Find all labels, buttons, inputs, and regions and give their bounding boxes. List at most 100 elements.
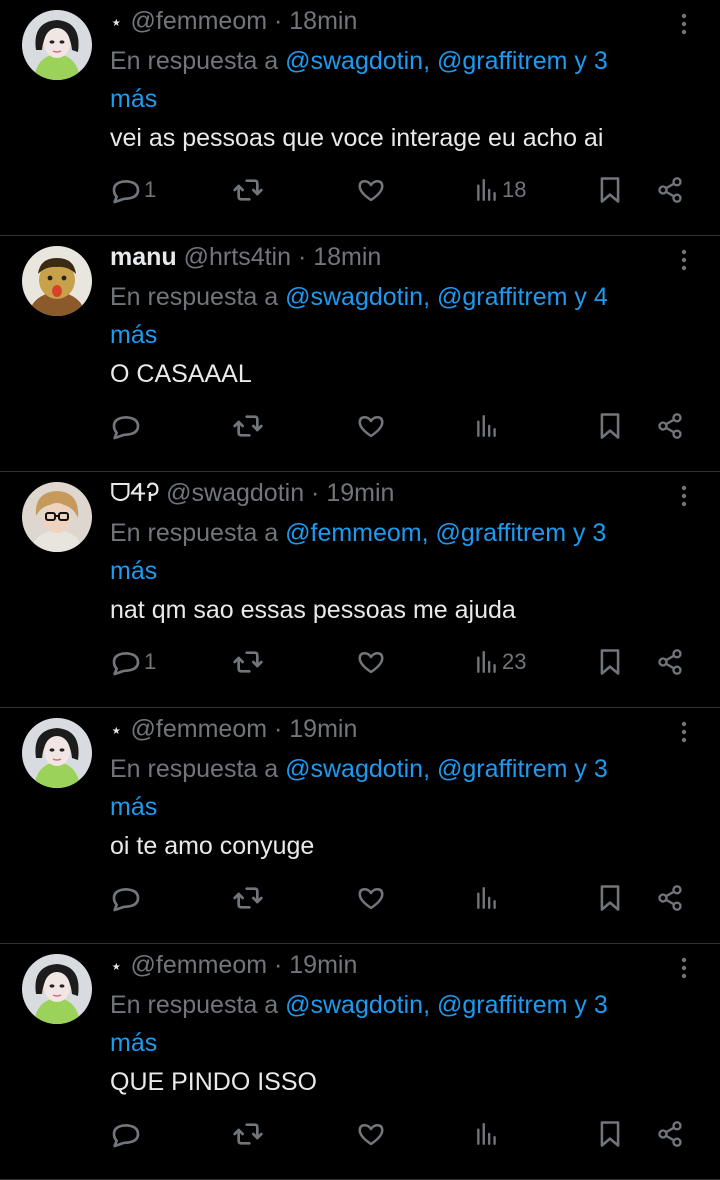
share-button[interactable] xyxy=(656,878,684,918)
user-handle[interactable]: @hrts4tin xyxy=(184,243,291,271)
reply-users-link[interactable]: @femmeom, @graffitrem y 3 xyxy=(285,519,606,547)
reply-context: En respuesta a @swagdotin, @graffitrem y… xyxy=(110,42,690,118)
timestamp[interactable]: · 19min xyxy=(274,715,357,743)
share-icon xyxy=(656,1120,684,1148)
views-button[interactable] xyxy=(474,878,502,918)
like-button[interactable] xyxy=(356,642,388,682)
share-button[interactable] xyxy=(656,406,684,446)
share-button[interactable] xyxy=(656,1114,684,1154)
reply-more-link[interactable]: más xyxy=(110,1029,157,1057)
reply-button[interactable]: 1 xyxy=(110,170,156,210)
star-prefix: ⋆ xyxy=(110,12,123,34)
views-chart-icon xyxy=(474,649,500,675)
reply-users-link[interactable]: @swagdotin, @graffitrem y 4 xyxy=(285,283,608,311)
tweet-header: ⋆ @femmeom · 18min xyxy=(110,5,357,37)
bookmark-icon xyxy=(596,175,624,205)
avatar[interactable] xyxy=(22,718,92,788)
like-button[interactable] xyxy=(356,406,388,446)
reply-icon xyxy=(110,882,142,914)
share-icon xyxy=(656,648,684,676)
avatar[interactable] xyxy=(22,954,92,1024)
reply-button[interactable] xyxy=(110,1114,144,1154)
tweet-text: nat qm sao essas pessoas me ajuda xyxy=(110,596,516,624)
bookmark-button[interactable] xyxy=(596,406,624,446)
reply-icon xyxy=(110,646,142,678)
views-chart-icon xyxy=(474,1121,500,1147)
reply-prefix: En respuesta a xyxy=(110,283,279,311)
star-prefix: ⋆ xyxy=(110,720,123,742)
retweet-button[interactable] xyxy=(232,1114,266,1154)
retweet-button[interactable] xyxy=(232,406,266,446)
tweet[interactable]: ⋆ @femmeom · 18min En respuesta a @swagdo… xyxy=(0,0,720,236)
retweet-icon xyxy=(232,174,264,206)
more-options-icon[interactable] xyxy=(674,718,694,748)
views-button[interactable]: 23 xyxy=(474,642,526,682)
tweet-header: ⋆ @femmeom · 19min xyxy=(110,949,357,981)
reply-more-link[interactable]: más xyxy=(110,793,157,821)
reply-more-link[interactable]: más xyxy=(110,557,157,585)
reply-button[interactable]: 1 xyxy=(110,642,156,682)
share-button[interactable] xyxy=(656,170,684,210)
views-button[interactable] xyxy=(474,406,502,446)
more-options-icon[interactable] xyxy=(674,482,694,512)
action-bar: 1 23 xyxy=(0,642,720,682)
timestamp[interactable]: · 18min xyxy=(274,7,357,35)
views-button[interactable] xyxy=(474,1114,502,1154)
tweet[interactable]: ⋆ @femmeom · 19min En respuesta a @swagdo… xyxy=(0,708,720,944)
bookmark-button[interactable] xyxy=(596,642,624,682)
retweet-button[interactable] xyxy=(232,878,266,918)
reply-more-link[interactable]: más xyxy=(110,85,157,113)
share-button[interactable] xyxy=(656,642,684,682)
share-icon xyxy=(656,884,684,912)
like-button[interactable] xyxy=(356,878,388,918)
bookmark-button[interactable] xyxy=(596,1114,624,1154)
reply-prefix: En respuesta a xyxy=(110,755,279,783)
timestamp[interactable]: · 18min xyxy=(298,243,381,271)
reply-button[interactable] xyxy=(110,406,144,446)
bookmark-icon xyxy=(596,411,624,441)
share-icon xyxy=(656,412,684,440)
reply-context: En respuesta a @femmeom, @graffitrem y 3… xyxy=(110,514,690,590)
retweet-button[interactable] xyxy=(232,170,266,210)
reply-prefix: En respuesta a xyxy=(110,991,279,1019)
bookmark-button[interactable] xyxy=(596,878,624,918)
tweet[interactable]: ⋆ @femmeom · 19min En respuesta a @swagdo… xyxy=(0,944,720,1180)
timestamp[interactable]: · 19min xyxy=(311,479,394,507)
like-button[interactable] xyxy=(356,170,388,210)
reply-users-link[interactable]: @swagdotin, @graffitrem y 3 xyxy=(285,991,608,1019)
view-count: 18 xyxy=(502,177,527,202)
reply-more-link[interactable]: más xyxy=(110,321,157,349)
retweet-button[interactable] xyxy=(232,642,266,682)
display-name[interactable]: manu xyxy=(110,243,177,271)
display-name[interactable]: ᗜᏎᎮ xyxy=(110,479,159,507)
more-options-icon[interactable] xyxy=(674,246,694,276)
tweet[interactable]: manu @hrts4tin · 18min En respuesta a @s… xyxy=(0,236,720,472)
avatar[interactable] xyxy=(22,482,92,552)
more-options-icon[interactable] xyxy=(674,10,694,40)
heart-icon xyxy=(356,883,386,913)
heart-icon xyxy=(356,1119,386,1149)
views-button[interactable]: 18 xyxy=(474,170,526,210)
tweet[interactable]: ᗜᏎᎮ @swagdotin · 19min En respuesta a @f… xyxy=(0,472,720,708)
reply-prefix: En respuesta a xyxy=(110,519,279,547)
user-handle[interactable]: @femmeom xyxy=(131,951,268,979)
reply-users-link[interactable]: @swagdotin, @graffitrem y 3 xyxy=(285,47,608,75)
user-handle[interactable]: @swagdotin xyxy=(166,479,304,507)
reply-icon xyxy=(110,174,142,206)
reply-context: En respuesta a @swagdotin, @graffitrem y… xyxy=(110,750,690,826)
view-count: 23 xyxy=(502,649,527,674)
tweet-header: ᗜᏎᎮ @swagdotin · 19min xyxy=(110,477,394,509)
avatar[interactable] xyxy=(22,246,92,316)
timestamp[interactable]: · 19min xyxy=(274,951,357,979)
user-handle[interactable]: @femmeom xyxy=(131,715,268,743)
reply-button[interactable] xyxy=(110,878,144,918)
like-button[interactable] xyxy=(356,1114,388,1154)
avatar[interactable] xyxy=(22,10,92,80)
bookmark-button[interactable] xyxy=(596,170,624,210)
user-handle[interactable]: @femmeom xyxy=(131,7,268,35)
reply-icon xyxy=(110,410,142,442)
reply-users-link[interactable]: @swagdotin, @graffitrem y 3 xyxy=(285,755,608,783)
reply-prefix: En respuesta a xyxy=(110,47,279,75)
more-options-icon[interactable] xyxy=(674,954,694,984)
reply-count: 1 xyxy=(144,177,157,202)
